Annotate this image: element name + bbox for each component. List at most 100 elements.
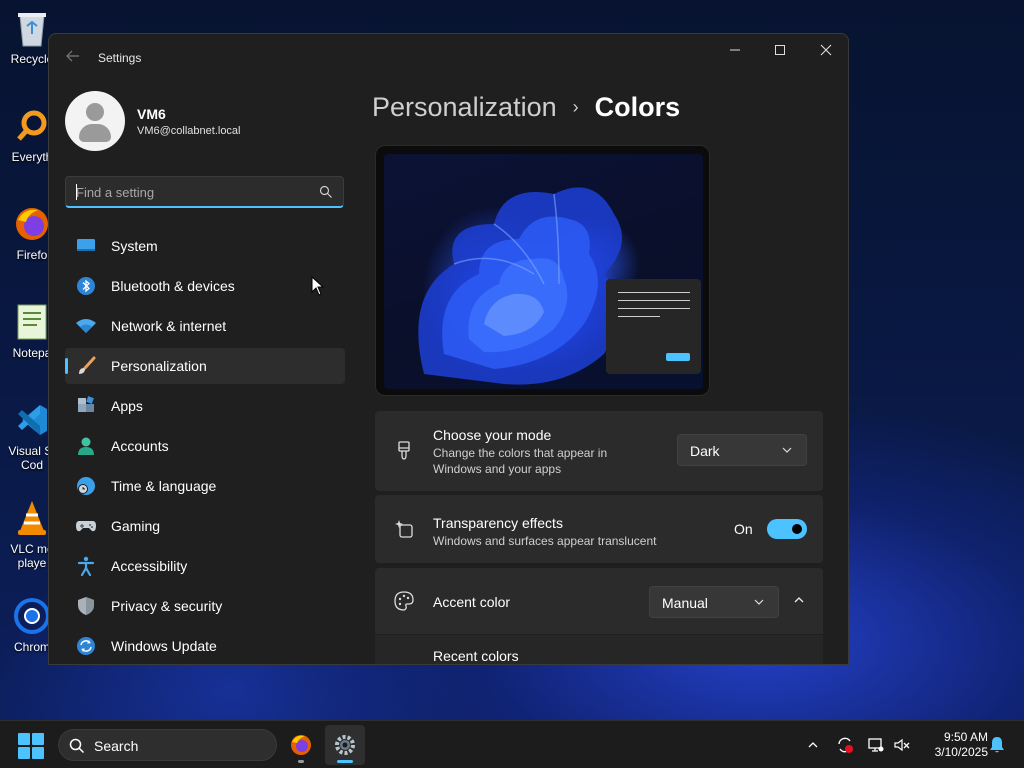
tray-sync-icon[interactable] — [835, 735, 855, 755]
collapse-button[interactable] — [785, 586, 813, 614]
preview-line — [618, 308, 690, 309]
sidebar-item-label: Apps — [111, 398, 143, 414]
sidebar-item-privacy-security[interactable]: Privacy & security — [65, 588, 345, 624]
windows-logo-tile — [18, 733, 30, 745]
back-arrow-icon — [66, 50, 79, 62]
vscode-icon — [12, 400, 52, 440]
preview-window — [606, 279, 701, 374]
sync-alert-icon — [838, 737, 853, 753]
breadcrumb-parent[interactable]: Personalization — [372, 92, 557, 123]
preview-line — [618, 300, 690, 301]
sidebar-item-personalization[interactable]: Personalization — [65, 348, 345, 384]
everything-search-icon — [12, 106, 52, 146]
recent-colors-title: Recent colors — [433, 648, 519, 664]
clock-globe-icon — [75, 475, 97, 497]
sidebar-item-label: Accounts — [111, 438, 169, 454]
sidebar-item-accessibility[interactable]: Accessibility — [65, 548, 345, 584]
close-icon — [820, 44, 832, 56]
minimize-button[interactable] — [712, 34, 758, 66]
transparency-state-label: On — [734, 521, 753, 537]
transparency-subtitle: Windows and surfaces appear translucent — [433, 534, 657, 548]
taskbar: Search 9:50 AM 3/10/2025 — [0, 720, 1024, 768]
firefox-icon — [291, 735, 311, 755]
taskbar-app-settings[interactable] — [325, 725, 365, 765]
accent-color-title: Accent color — [433, 594, 511, 610]
sidebar-item-label: Personalization — [111, 358, 207, 374]
mode-dropdown-value: Dark — [690, 443, 720, 459]
show-hidden-icons-button[interactable] — [803, 735, 823, 755]
active-indicator — [65, 358, 68, 374]
accent-color-card[interactable]: Accent color Manual — [375, 568, 823, 634]
toggle-knob — [792, 524, 802, 534]
sidebar-item-network[interactable]: Network & internet — [65, 308, 345, 344]
avatar-head — [86, 103, 104, 121]
mode-dropdown[interactable]: Dark — [677, 434, 807, 466]
theme-preview — [375, 145, 710, 396]
chevron-down-icon — [754, 599, 764, 605]
minimize-icon — [730, 49, 740, 51]
taskbar-search[interactable]: Search — [58, 729, 277, 761]
sidebar-item-label: Bluetooth & devices — [111, 278, 235, 294]
active-app-indicator — [337, 760, 353, 763]
accent-color-dropdown[interactable]: Manual — [649, 586, 779, 618]
page-title: Colors — [594, 92, 681, 122]
window-title: Settings — [98, 51, 142, 65]
sidebar-item-system[interactable]: System — [65, 228, 345, 264]
transparency-card: Transparency effects Windows and surface… — [375, 495, 823, 563]
sidebar-item-label: Time & language — [111, 478, 217, 494]
chevron-up-icon — [808, 742, 818, 748]
shield-icon — [75, 595, 97, 617]
windows-logo-tile — [32, 747, 44, 759]
breadcrumb-separator: › — [572, 97, 579, 117]
sidebar-item-bluetooth[interactable]: Bluetooth & devices — [65, 268, 345, 304]
start-button[interactable] — [18, 733, 44, 759]
back-button[interactable] — [63, 48, 83, 68]
sidebar-item-accounts[interactable]: Accounts — [65, 428, 345, 464]
avatar-body — [79, 124, 111, 142]
network-monitor-icon — [868, 738, 884, 752]
profile-name: VM6 — [137, 106, 166, 122]
sidebar-item-time-language[interactable]: Time & language — [65, 468, 345, 504]
taskbar-clock[interactable]: 9:50 AM 3/10/2025 — [918, 730, 988, 760]
sidebar-item-windows-update[interactable]: Windows Update — [65, 628, 345, 664]
avatar[interactable] — [65, 91, 125, 151]
brush-icon — [75, 355, 97, 377]
sidebar-item-label: Windows Update — [111, 638, 217, 654]
running-indicator — [298, 760, 304, 763]
clock-time: 9:50 AM — [943, 730, 988, 744]
profile-email: VM6@collabnet.local — [137, 125, 241, 137]
text-caret — [76, 184, 77, 200]
search-field[interactable] — [65, 176, 344, 208]
title-bar: Settings — [49, 34, 848, 80]
apps-icon — [75, 395, 97, 417]
sidebar-item-apps[interactable]: Apps — [65, 388, 345, 424]
maximize-button[interactable] — [757, 34, 803, 66]
palette-icon — [393, 590, 415, 612]
sidebar-item-gaming[interactable]: Gaming — [65, 508, 345, 544]
search-input[interactable] — [76, 183, 306, 201]
settings-window: Settings VM6 VM6@collabnet.local System … — [48, 33, 849, 665]
search-icon — [69, 738, 85, 754]
gamepad-icon — [75, 515, 97, 537]
accounts-icon — [75, 435, 97, 457]
chevron-down-icon — [782, 447, 792, 453]
sidebar-item-label: System — [111, 238, 158, 254]
accessibility-icon — [75, 555, 97, 577]
windows-logo-tile — [32, 733, 44, 745]
close-button[interactable] — [803, 34, 848, 66]
vlc-icon — [12, 498, 52, 538]
tray-network-icon[interactable] — [866, 735, 886, 755]
search-icon[interactable] — [319, 185, 333, 199]
preview-wallpaper — [384, 154, 703, 389]
wifi-icon — [75, 315, 97, 337]
notification-button[interactable] — [987, 735, 1007, 755]
transparency-toggle[interactable] — [767, 519, 807, 539]
taskbar-app-firefox[interactable] — [281, 725, 321, 765]
breadcrumb: Personalization › Colors — [372, 92, 680, 123]
preview-accent-button — [666, 353, 690, 361]
sidebar-item-label: Accessibility — [111, 558, 188, 574]
mode-subtitle-line1: Change the colors that appear in — [433, 446, 608, 460]
transparency-sparkle-icon — [393, 518, 415, 540]
tray-volume-icon[interactable] — [892, 735, 912, 755]
chevron-up-icon — [794, 597, 804, 603]
